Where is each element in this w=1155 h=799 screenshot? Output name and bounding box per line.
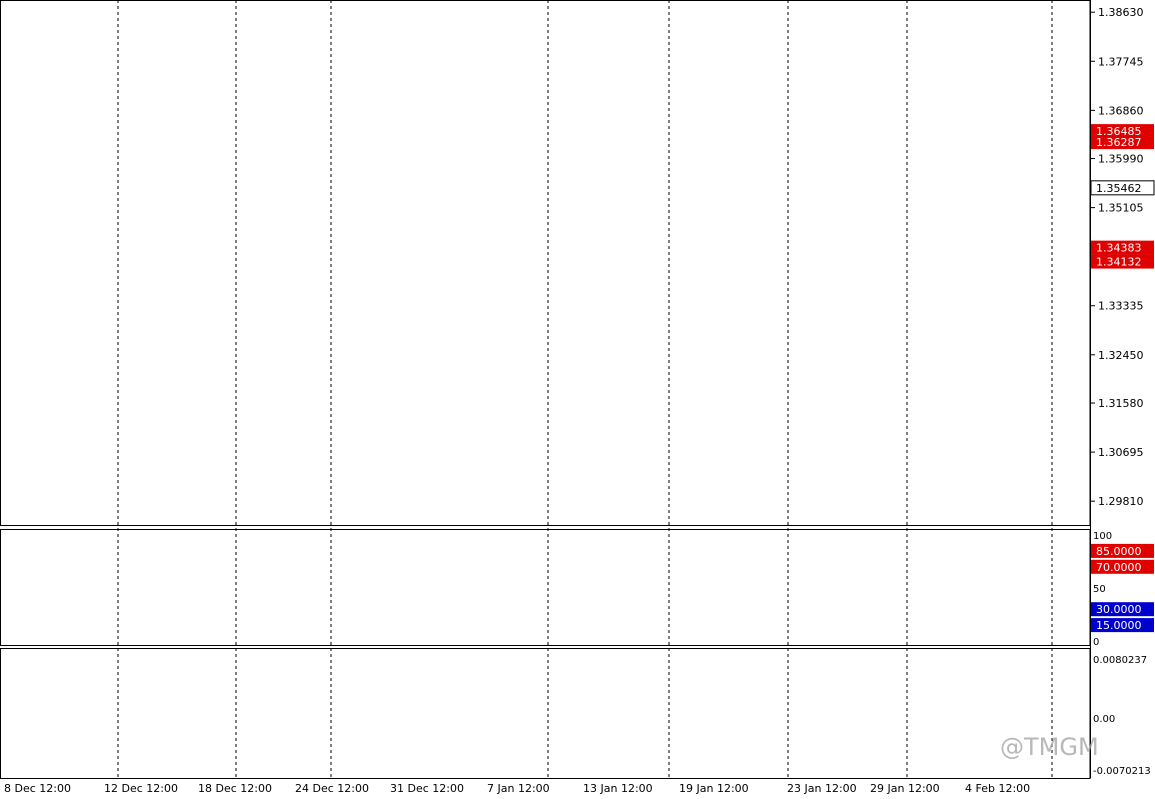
oscillator-pane-frame — [1, 530, 1091, 646]
oscillator-level-label: 70.0000 — [1096, 561, 1142, 574]
x-tick-label: 12 Dec 12:00 — [104, 782, 178, 795]
x-tick-label: 13 Jan 12:00 — [583, 782, 653, 795]
x-tick-label: 31 Dec 12:00 — [390, 782, 464, 795]
level-tag-label: 1.36287 — [1096, 136, 1142, 149]
y-tick-label: 1.29810 — [1098, 495, 1144, 508]
x-tick-label: 24 Dec 12:00 — [295, 782, 369, 795]
axes: 8 Dec 12:00 12 Dec 12:00 18 Dec 12:00 24 De… — [1, 0, 1155, 795]
x-tick-label: 19 Jan 12:00 — [679, 782, 749, 795]
macd-tick-label: 0.0080237 — [1093, 655, 1147, 666]
level-tag-label: 1.35462 — [1096, 182, 1142, 195]
oscillator-level-label: 85.0000 — [1096, 545, 1142, 558]
x-tick-label: 29 Jan 12:00 — [870, 782, 940, 795]
y-tick-label: 1.38630 — [1098, 6, 1144, 19]
chart-canvas[interactable]: 8 Dec 12:00 12 Dec 12:00 18 Dec 12:00 24 De… — [0, 0, 1155, 795]
trading-chart-window: 8 Dec 12:00 12 Dec 12:00 18 Dec 12:00 24 De… — [0, 0, 1155, 795]
oscillator-tick-label: 0 — [1093, 637, 1099, 648]
y-tick-label: 1.30695 — [1098, 446, 1144, 459]
y-tick-label: 1.32450 — [1098, 349, 1144, 362]
oscillator-level-label: 30.0000 — [1096, 603, 1142, 616]
y-tick-label: 1.33335 — [1098, 300, 1144, 313]
x-tick-label: 23 Jan 12:00 — [787, 782, 857, 795]
price-pane-frame — [1, 1, 1091, 526]
y-tick-label: 1.31580 — [1098, 397, 1144, 410]
oscillator-level-label: 15.0000 — [1096, 619, 1142, 632]
macd-tick-label: -0.0070213 — [1093, 766, 1151, 777]
level-tag-label: 1.34132 — [1096, 256, 1142, 269]
x-tick-label: 4 Feb 12:00 — [965, 782, 1030, 795]
y-tick-label: 1.35990 — [1098, 153, 1144, 166]
y-tick-label: 1.35105 — [1098, 202, 1144, 215]
macd-pane-frame — [1, 649, 1091, 779]
watermark: @TMGM — [1000, 733, 1099, 761]
level-tag-label: 1.34383 — [1096, 242, 1142, 255]
x-tick-label: 18 Dec 12:00 — [198, 782, 272, 795]
y-tick-label: 1.37745 — [1098, 55, 1144, 68]
x-tick-label: 8 Dec 12:00 — [4, 782, 71, 795]
oscillator-tick-label: 100 — [1093, 531, 1112, 542]
macd-tick-label: 0.00 — [1093, 714, 1115, 725]
y-tick-label: 1.36860 — [1098, 104, 1144, 117]
x-tick-label: 7 Jan 12:00 — [487, 782, 550, 795]
oscillator-tick-label: 50 — [1093, 584, 1106, 595]
